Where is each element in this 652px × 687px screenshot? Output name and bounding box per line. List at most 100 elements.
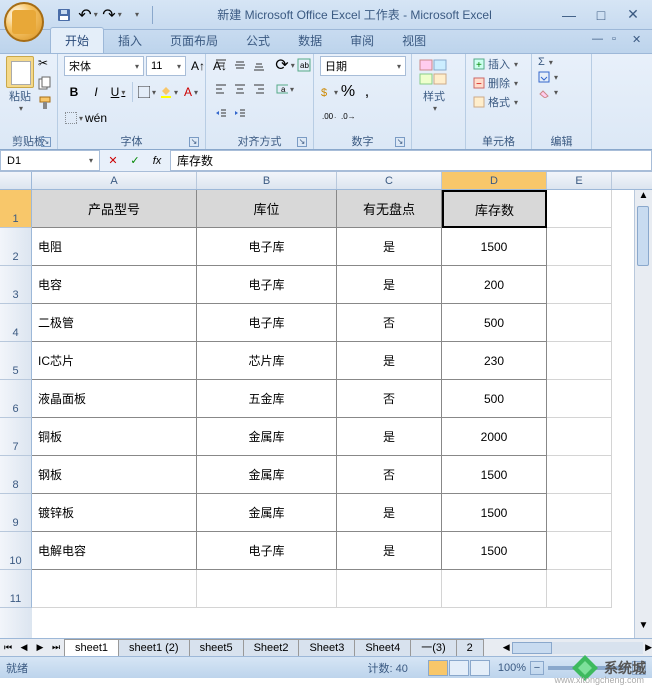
cell-E8[interactable]	[547, 456, 612, 494]
row-header-5[interactable]: 5	[0, 342, 32, 380]
row-header-6[interactable]: 6	[0, 380, 32, 418]
zoom-level[interactable]: 100%	[498, 662, 526, 674]
clipboard-launcher-icon[interactable]: ↘	[41, 137, 51, 147]
cell-A7[interactable]: 铜板	[32, 418, 197, 456]
hscroll-right-icon[interactable]: ▶	[645, 642, 652, 653]
cell-B7[interactable]: 金属库	[197, 418, 337, 456]
cell-B11[interactable]	[197, 570, 337, 608]
cell-A3[interactable]: 电容	[32, 266, 197, 304]
cell-E2[interactable]	[547, 228, 612, 266]
cell-E3[interactable]	[547, 266, 612, 304]
cell-E7[interactable]	[547, 418, 612, 456]
tab-review[interactable]: 审阅	[336, 28, 388, 53]
office-button[interactable]	[4, 2, 44, 42]
accept-formula-icon[interactable]: ✓	[126, 152, 144, 170]
bold-button[interactable]: B	[64, 82, 84, 102]
column-header-E[interactable]: E	[547, 172, 612, 189]
merge-center-icon[interactable]: a▾	[276, 80, 294, 98]
increase-decimal-icon[interactable]: .00→.0	[320, 107, 338, 125]
align-right-icon[interactable]	[250, 80, 268, 98]
cell-D8[interactable]: 1500	[442, 456, 547, 494]
page-break-view-icon[interactable]	[470, 660, 490, 676]
sheet-first-icon[interactable]: ⏮	[0, 642, 16, 653]
tab-home[interactable]: 开始	[50, 27, 104, 53]
tab-data[interactable]: 数据	[284, 28, 336, 53]
save-icon[interactable]	[54, 5, 74, 25]
cell-D4[interactable]: 500	[442, 304, 547, 342]
insert-cells-button[interactable]: +插入▾	[472, 56, 518, 72]
normal-view-icon[interactable]	[428, 660, 448, 676]
cell-E9[interactable]	[547, 494, 612, 532]
clear-button[interactable]: ▾	[538, 86, 558, 98]
delete-cells-button[interactable]: −删除▾	[472, 75, 518, 91]
row-header-4[interactable]: 4	[0, 304, 32, 342]
zoom-out-button[interactable]: −	[530, 661, 544, 675]
font-color-button[interactable]: A▾	[181, 82, 201, 102]
copy-icon[interactable]	[38, 76, 56, 94]
sheet-tab-sheet1[interactable]: sheet1	[64, 639, 119, 656]
cell-A5[interactable]: IC芯片	[32, 342, 197, 380]
cell-C5[interactable]: 是	[337, 342, 442, 380]
cell-B8[interactable]: 金属库	[197, 456, 337, 494]
cell-A9[interactable]: 镀锌板	[32, 494, 197, 532]
scroll-down-icon[interactable]: ▼	[635, 620, 652, 636]
cell-C6[interactable]: 否	[337, 380, 442, 418]
cancel-formula-icon[interactable]: ✕	[104, 152, 122, 170]
fill-color-button[interactable]: ▾	[159, 82, 179, 102]
cell-D11[interactable]	[442, 570, 547, 608]
underline-button[interactable]: U▾	[108, 82, 128, 102]
cell-A8[interactable]: 钢板	[32, 456, 197, 494]
cell-B2[interactable]: 电子库	[197, 228, 337, 266]
orientation-icon[interactable]: ⟳▾	[276, 56, 294, 74]
accounting-format-icon[interactable]: $▾	[320, 83, 338, 101]
sheet-last-icon[interactable]: ⏭	[48, 642, 64, 653]
qat-customize-icon[interactable]: ▾	[126, 5, 146, 25]
scroll-up-icon[interactable]: ▲	[635, 190, 652, 206]
comma-icon[interactable]: ,	[358, 83, 376, 101]
tab-page-layout[interactable]: 页面布局	[156, 28, 232, 53]
column-header-C[interactable]: C	[337, 172, 442, 189]
cell-B9[interactable]: 金属库	[197, 494, 337, 532]
cell-D7[interactable]: 2000	[442, 418, 547, 456]
align-top-icon[interactable]	[212, 56, 230, 74]
cell-C8[interactable]: 否	[337, 456, 442, 494]
fx-icon[interactable]: fx	[148, 152, 166, 170]
cell-C11[interactable]	[337, 570, 442, 608]
cell-A6[interactable]: 液晶面板	[32, 380, 197, 418]
row-header-1[interactable]: 1	[0, 190, 32, 228]
ribbon-restore-icon[interactable]: ▫	[612, 33, 626, 47]
select-all-corner[interactable]	[0, 172, 32, 189]
hscroll-left-icon[interactable]: ◀	[503, 642, 510, 653]
alignment-launcher-icon[interactable]: ↘	[297, 137, 307, 147]
minimize-button[interactable]: —	[554, 5, 584, 25]
decrease-decimal-icon[interactable]: .0→.00	[339, 107, 357, 125]
close-button[interactable]: ✕	[618, 5, 648, 25]
tab-view[interactable]: 视图	[388, 28, 440, 53]
row-header-3[interactable]: 3	[0, 266, 32, 304]
cell-C7[interactable]: 是	[337, 418, 442, 456]
cell-D2[interactable]: 1500	[442, 228, 547, 266]
cell-E11[interactable]	[547, 570, 612, 608]
format-painter-icon[interactable]	[38, 96, 56, 114]
align-center-icon[interactable]	[231, 80, 249, 98]
cell-D3[interactable]: 200	[442, 266, 547, 304]
paste-button[interactable]: 粘贴 ▾	[6, 56, 34, 113]
cell-B10[interactable]: 电子库	[197, 532, 337, 570]
row-header-10[interactable]: 10	[0, 532, 32, 570]
sheet-tab-Sheet3[interactable]: Sheet3	[298, 639, 355, 656]
horizontal-scrollbar[interactable]: ◀ ▶	[503, 642, 652, 654]
ribbon-minimize-icon[interactable]: —	[592, 33, 606, 47]
cell-C10[interactable]: 是	[337, 532, 442, 570]
grow-font-icon[interactable]: A↑	[188, 56, 208, 76]
undo-icon[interactable]: ↶▾	[78, 5, 98, 25]
cell-B4[interactable]: 电子库	[197, 304, 337, 342]
ribbon-close-icon[interactable]: ✕	[632, 33, 646, 47]
sheet-next-icon[interactable]: ▶	[32, 642, 48, 653]
cell-E10[interactable]	[547, 532, 612, 570]
cell-E1[interactable]	[547, 190, 612, 228]
cell-D10[interactable]: 1500	[442, 532, 547, 570]
cell-E6[interactable]	[547, 380, 612, 418]
number-format-dropdown[interactable]: 日期▾	[320, 56, 406, 76]
sheet-tab-sheet5[interactable]: sheet5	[189, 639, 244, 656]
vertical-scrollbar[interactable]: ▲ ▼	[634, 190, 652, 638]
